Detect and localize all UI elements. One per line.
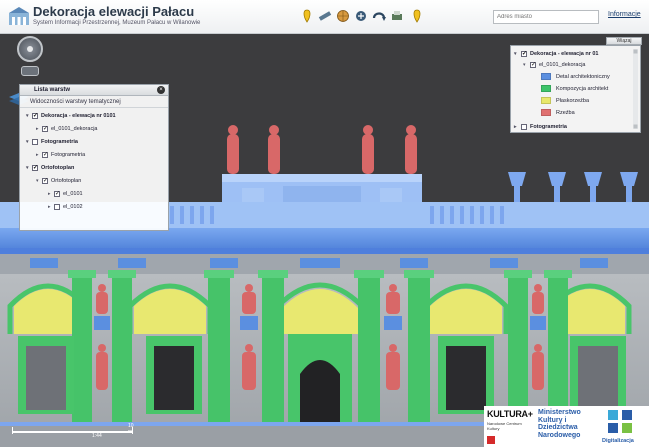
close-icon[interactable]: × [157,86,165,94]
play-icon [487,436,495,444]
scale-label: 10 m [128,423,134,435]
layer-checkbox[interactable] [54,190,60,197]
logo-square [622,410,632,420]
legend-footer-label: Fotogrametria [530,123,567,130]
legend-entry-label: Detal architektoniczny [556,73,610,80]
move-icon[interactable] [354,9,368,23]
print-icon[interactable] [390,9,404,23]
layer-panel-subtitle: Widoczności warstwy tematycznej [20,96,168,108]
layer-label: el_0102 [63,203,83,210]
collapse-arrow-icon[interactable]: ▾ [523,62,530,68]
legend-entry-label: Płaskorzeźba [556,97,590,104]
app-subtitle: System Informacji Przestrzennej, Muzeum … [33,20,201,26]
kultura-plus-logo: KULTURA+ Narodowe Centrum Kultury [484,406,534,447]
layer-label: Fotogrametria [41,138,78,145]
legend-swatch [541,109,551,116]
scale-bar: 10 m 1:44 [12,423,138,439]
ministry-logo: Ministerstwo Kultury i Dziedzictwa Narod… [534,406,600,447]
layer-label: el_0101_dekoracja [51,125,98,132]
scale-tick [12,427,13,434]
marker-icon[interactable] [300,9,314,23]
collapse-arrow-icon[interactable]: ▾ [514,51,521,57]
layer-label: Dekoracja - elewacja nr 0101 [41,112,116,119]
legend-entry: Detal architektoniczny [541,72,610,81]
legend-footer-checkbox[interactable] [521,123,527,130]
legend-panel: ▾ Dekoracja - elewacja nr 01 ▾ el_0101_d… [510,45,641,133]
palace-logo-icon [9,7,29,25]
layer-checkbox[interactable] [42,125,48,132]
search-input[interactable] [493,10,599,24]
digitalizacja-logo-text: Digitalizacja [602,438,634,444]
app-title: Dekoracja elewacji Pałacu [33,4,195,19]
scale-line [12,431,132,433]
legend-sublayer-checkbox[interactable] [530,61,536,68]
layer-label: Ortofotoplan [51,177,82,184]
legend-entry: Płaskorzeźba [541,96,589,105]
measure-icon[interactable] [318,9,332,23]
legend-entry-label: Kompozycja architekt [556,85,609,92]
scale-ratio: 1:44 [92,433,102,439]
layer-tree-row[interactable]: ▾ Fotogrametria [26,137,78,146]
legend-sublayer-row[interactable]: ▾ el_0101_dekoracja [523,60,585,69]
legend-scrollbar[interactable] [633,49,638,129]
expand-arrow-icon[interactable]: ▸ [514,124,521,130]
globe-icon[interactable] [336,9,350,23]
logo-square [608,410,618,420]
info-link[interactable]: Informacje [608,11,641,18]
layer-tree-row[interactable]: ▾Ortofotoplan [26,163,74,172]
legend-group-checkbox[interactable] [521,50,527,57]
legend-toggle-button[interactable]: Wiązaj [606,37,642,45]
layer-checkbox[interactable] [42,177,48,184]
legend-group-row[interactable]: ▾ Dekoracja - elewacja nr 01 [514,49,598,58]
layer-checkbox[interactable] [42,151,48,158]
layer-checkbox[interactable] [54,203,60,210]
legend-swatch [541,97,551,104]
layer-tree-row[interactable]: ▸Fotogrametria [36,150,85,159]
navigation-compass[interactable] [17,36,43,62]
legend-entry: Rzeźba [541,108,575,117]
rotate-icon[interactable] [372,9,386,23]
app-window: Dekoracja elewacji Pałacu System Informa… [0,0,649,447]
layer-checkbox[interactable] [32,138,38,145]
layer-checkbox[interactable] [32,164,38,171]
layer-list-panel: Lista warstw × Widoczności warstwy temat… [19,84,169,231]
kultura-logo-subtext: Narodowe Centrum Kultury [487,421,522,431]
legend-swatch [541,85,551,92]
zoom-control[interactable] [21,66,39,76]
legend-swatch [541,73,551,80]
layer-label: Fotogrametria [51,151,86,158]
layer-tree-row[interactable]: ▸ el_0102 [48,202,83,211]
app-header: Dekoracja elewacji Pałacu System Informa… [0,0,649,34]
legend-entry: Kompozycja architekt [541,84,608,93]
logo-square [622,423,632,433]
logo-square [608,423,618,433]
kultura-logo-text: KULTURA+ [487,409,533,419]
layer-tree-row[interactable]: ▸el_0101 [48,189,83,198]
legend-group-label: Dekoracja - elewacja nr 01 [530,50,599,57]
ministry-logo-text: Ministerstwo Kultury i Dziedzictwa Narod… [538,409,581,439]
layer-checkbox[interactable] [32,112,38,119]
legend-entry-label: Rzeźba [556,109,575,116]
legend-footer-row[interactable]: ▸ Fotogrametria [514,122,567,131]
pin-icon[interactable] [410,9,424,23]
layer-tree-row[interactable]: ▾Ortofotoplan [36,176,81,185]
layer-label: Ortofotoplan [41,164,75,171]
layer-tree-row[interactable]: ▾Dekoracja - elewacja nr 0101 [26,111,116,120]
layer-panel-header: Lista warstw × [20,85,168,96]
digitalizacja-logo: Digitalizacja [600,406,649,447]
legend-sublayer-label: el_0101_dekoracja [539,61,586,68]
layer-tree-row[interactable]: ▸el_0101_dekoracja [36,124,97,133]
layer-panel-title: Lista warstw [34,87,71,93]
layer-label: el_0101 [63,190,83,197]
